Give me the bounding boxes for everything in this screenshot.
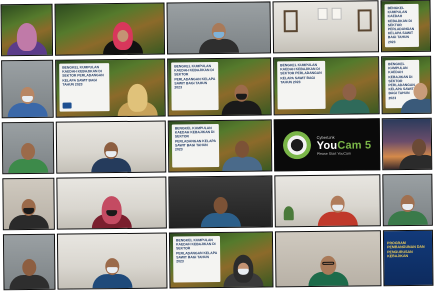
participant-avatar	[89, 258, 135, 289]
participant-avatar	[396, 138, 433, 170]
grid-row-1: BENGKEL KUMPULAN KAEDAH KEBAJIKAN DI SEK…	[0, 0, 432, 57]
event-poster: BENGKEL KUMPULAN KAEDAH KEBAJIKAN DI SEK…	[384, 3, 419, 48]
event-poster: BENGKEL KUMPULAN KAEDAH KEBAJIKAN DI SEK…	[277, 60, 326, 110]
participant-tile[interactable]: BENGKEL KUMPULAN KAEDAH KEBAJIKAN DI SEK…	[380, 0, 432, 53]
participant-tile[interactable]	[168, 175, 273, 229]
event-poster: BENGKEL KUMPULAN KAEDAH KEBAJIKAN DI SEK…	[171, 61, 219, 111]
participant-tile[interactable]	[56, 176, 167, 230]
program-banner-text: PROGRAM PEMBANGUNAN DAN PENGURUSAN KEBAJ…	[387, 241, 425, 259]
webcam-lens-icon	[282, 131, 311, 160]
video-grid: BENGKEL KUMPULAN KAEDAH KEBAJIKAN DI SEK…	[0, 0, 434, 291]
participant-avatar	[305, 255, 351, 287]
participant-tile[interactable]	[166, 1, 272, 55]
participant-avatar	[4, 22, 50, 56]
participant-avatar	[221, 254, 267, 287]
event-poster: BENGKEL KUMPULAN KAEDAH KEBAJIKAN DI SEK…	[59, 63, 110, 112]
grid-row-4	[2, 173, 433, 231]
poster-title: BENGKEL KUMPULAN KAEDAH KEBAJIKAN DI SEK…	[280, 62, 322, 85]
participant-tile[interactable]	[1, 121, 55, 175]
participant-avatar	[88, 142, 134, 173]
participant-tile[interactable]	[381, 117, 433, 171]
participant-tile[interactable]	[2, 233, 56, 291]
participant-tile[interactable]: BENGKEL KUMPULAN KAEDAH KEBAJIKAN DI SEK…	[167, 57, 272, 117]
participant-tile[interactable]	[272, 0, 380, 54]
participant-tile[interactable]	[55, 120, 167, 174]
poster-title: BENGKEL KUMPULAN KAEDAH KEBAJIKAN DI SEK…	[387, 6, 415, 44]
participant-tile[interactable]: BENGKEL KUMPULAN KAEDAH KEBAJIKAN DI SEK…	[381, 55, 432, 115]
ministry-logo-icon	[62, 102, 72, 109]
grid-row-3: BENGKEL KUMPULAN KAEDAH KEBAJIKAN DI SEK…	[1, 117, 433, 175]
participant-tile[interactable]	[1, 59, 54, 119]
participant-tile[interactable]	[56, 232, 168, 290]
participant-tile[interactable]	[0, 3, 54, 57]
participant-avatar	[385, 194, 431, 226]
participant-avatar	[219, 140, 265, 171]
participant-avatar	[198, 196, 244, 228]
poster-title: BENGKEL KUMPULAN KAEDAH KEBAJIKAN DI SEK…	[174, 126, 216, 152]
poster-title: BENGKEL KUMPULAN KAEDAH KEBAJIKAN DI SEK…	[62, 65, 104, 87]
participant-tile[interactable]	[2, 177, 55, 231]
participant-tile[interactable]: PROGRAM PEMBANGUNAN DAN PENGURUSAN KEBAJ…	[382, 229, 434, 287]
poster-title: BENGKEL KUMPULAN KAEDAH KEBAJIKAN DI SEK…	[174, 64, 216, 90]
participant-avatar	[326, 83, 372, 114]
participant-avatar	[5, 142, 51, 174]
participant-tile[interactable]	[382, 173, 433, 227]
participant-avatar	[315, 195, 361, 226]
participant-tile[interactable]: BENGKEL KUMPULAN KAEDAH KEBAJIKAN DI SEK…	[167, 119, 273, 173]
participant-avatar	[114, 83, 160, 117]
participant-tile[interactable]	[274, 174, 381, 228]
participant-tile[interactable]	[54, 2, 166, 56]
participant-avatar	[398, 82, 432, 114]
participant-avatar	[6, 258, 52, 290]
participant-tile[interactable]: BENGKEL KUMPULAN KAEDAH KEBAJIKAN DI SEK…	[55, 58, 166, 118]
participant-tile[interactable]: BENGKEL KUMPULAN KAEDAH KEBAJIKAN DI SEK…	[273, 56, 380, 116]
youcam-brand: YouCam 5	[316, 138, 372, 152]
participant-avatar	[6, 198, 52, 230]
event-poster: BENGKEL KUMPULAN KAEDAH KEBAJIKAN DI SEK…	[171, 123, 220, 168]
participant-avatar	[219, 84, 265, 115]
youcam-splash: CyberLink YouCam 5 Please Start YouCam	[275, 119, 380, 170]
youcam-subtitle: Please Start YouCam	[316, 151, 351, 156]
youcam-placeholder-tile[interactable]: CyberLink YouCam 5 Please Start YouCam	[273, 118, 381, 172]
participant-avatar	[196, 22, 242, 54]
participant-avatar	[100, 21, 146, 55]
participant-tile[interactable]	[274, 230, 382, 288]
grid-row-2: BENGKEL KUMPULAN KAEDAH KEBAJIKAN DI SEK…	[1, 55, 432, 119]
grid-row-5: BENGKEL KUMPULAN KAEDAH KEBAJIKAN DI SEK…	[2, 229, 434, 291]
participant-avatar	[89, 196, 135, 229]
participant-avatar	[4, 86, 50, 118]
participant-tile[interactable]: BENGKEL KUMPULAN KAEDAH KEBAJIKAN DI SEK…	[168, 231, 274, 289]
poster-title: BENGKEL KUMPULAN KAEDAH KEBAJIKAN DI SEK…	[175, 238, 218, 264]
event-poster: BENGKEL KUMPULAN KAEDAH KEBAJIKAN DI SEK…	[172, 235, 221, 283]
